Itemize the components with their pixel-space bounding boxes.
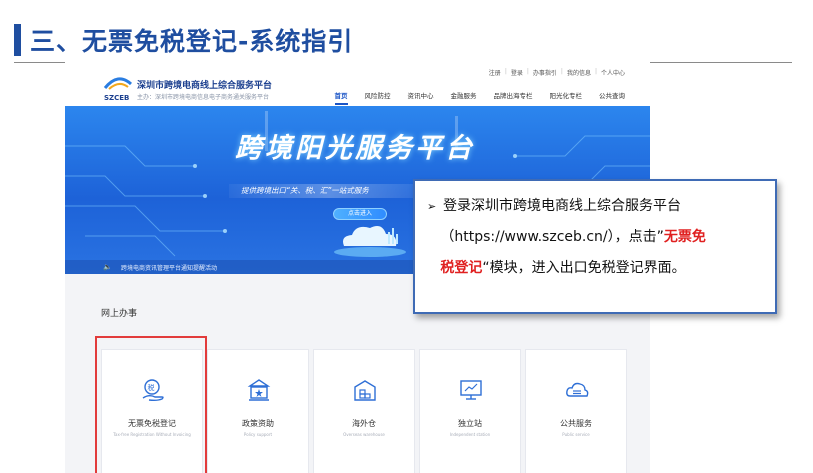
callout-line-2: （https://www.szceb.cn/），点击”无票免: [427, 222, 763, 253]
nav-sunshine[interactable]: 阳光化专栏: [550, 90, 583, 105]
top-links: 注册 | 登录 | 办事指引 | 我的信息 | 个人中心: [489, 68, 625, 77]
separator: |: [504, 68, 507, 75]
slide: 三、无票免税登记-系统指引 SZCEB 深圳市跨境电商线上综合服务平台 主办：深…: [0, 0, 813, 473]
arrow-bullet-icon: ➢: [427, 200, 437, 213]
site-subtitle: 主办：深圳市跨境电商信息电子商务通关服务平台: [137, 94, 270, 101]
heading-accent-bar: [14, 24, 21, 56]
nav-finance[interactable]: 金融服务: [451, 90, 477, 105]
logo-text: SZCEB: [104, 94, 129, 102]
card-label: 政策资助: [242, 419, 274, 428]
card-label: 公共服务: [560, 419, 592, 428]
site-header: SZCEB 深圳市跨境电商线上综合服务平台 主办：深圳市跨境电商信息电子商务通关…: [65, 62, 650, 106]
slide-heading: 三、无票免税登记-系统指引: [30, 27, 354, 56]
link-guide[interactable]: 办事指引: [533, 68, 557, 77]
main-nav: 首页 风险防控 资讯中心 金融服务 品牌出海专栏 阳光化专栏 公共查询: [334, 90, 625, 105]
service-card-independent-station[interactable]: 独立站 Independent station: [419, 349, 521, 473]
separator: |: [594, 68, 597, 75]
cloud-platform-icon: [334, 226, 406, 257]
nav-home[interactable]: 首页: [334, 90, 348, 105]
service-card-policy-support[interactable]: 政策资助 Policy support: [207, 349, 309, 473]
link-my-info[interactable]: 我的信息: [567, 68, 591, 77]
instruction-callout: ➢ 登录深圳市跨境电商线上综合服务平台 （https://www.szceb.cn…: [413, 179, 777, 314]
card-label: 海外仓: [352, 419, 376, 428]
link-login[interactable]: 登录: [511, 68, 523, 77]
callout-highlight: 税登记: [440, 260, 483, 276]
nav-brand[interactable]: 品牌出海专栏: [494, 90, 533, 105]
notice-text[interactable]: 跨境电商资讯管理平台通知提醒活动: [121, 263, 217, 272]
callout-text: 登录深圳市跨境电商线上综合服务平台: [443, 198, 681, 214]
card-english-label: Policy support: [243, 432, 273, 437]
callout-line-3: 税登记“模块，进入出口免税登记界面。: [427, 253, 763, 284]
card-english-label: Overseas warehouse: [343, 432, 385, 437]
nav-news[interactable]: 资讯中心: [408, 90, 434, 105]
szceb-logo-icon[interactable]: SZCEB: [101, 74, 135, 104]
card-label: 独立站: [458, 419, 482, 428]
callout-highlight: 无票免: [663, 229, 706, 245]
link-user-center[interactable]: 个人中心: [601, 68, 625, 77]
callout-line-1: ➢ 登录深圳市跨境电商线上综合服务平台: [427, 191, 763, 222]
callout-text: “模块，进入出口免税登记界面。: [482, 260, 686, 276]
card-english-label: Independent station: [449, 432, 491, 437]
banner-title: 跨境阳光服务平台: [235, 133, 475, 164]
monitor-icon: [460, 380, 482, 400]
warehouse-icon: [354, 380, 376, 401]
callout-url-text: （https://www.szceb.cn/），点击”: [440, 229, 664, 245]
card-english-label: Public service: [562, 432, 590, 437]
service-card-overseas-warehouse[interactable]: 海外仓 Overseas warehouse: [313, 349, 415, 473]
speaker-icon: 🔈: [103, 263, 112, 271]
highlight-box-tax-free-registration: [95, 336, 207, 473]
separator: |: [526, 68, 529, 75]
service-card-public-service[interactable]: 公共服务 Public service: [525, 349, 627, 473]
cloud-service-icon: [566, 382, 589, 397]
banner-subtitle: 提供跨境出口“关、税、汇”一站式服务: [229, 184, 429, 198]
site-title: 深圳市跨境电商线上综合服务平台: [137, 81, 273, 91]
link-register[interactable]: 注册: [489, 68, 501, 77]
separator: |: [560, 68, 563, 75]
nav-risk-control[interactable]: 风险防控: [365, 90, 391, 105]
government-building-icon: [247, 379, 271, 401]
nav-public-query[interactable]: 公共查询: [599, 90, 625, 105]
section-title: 网上办事: [101, 309, 138, 319]
